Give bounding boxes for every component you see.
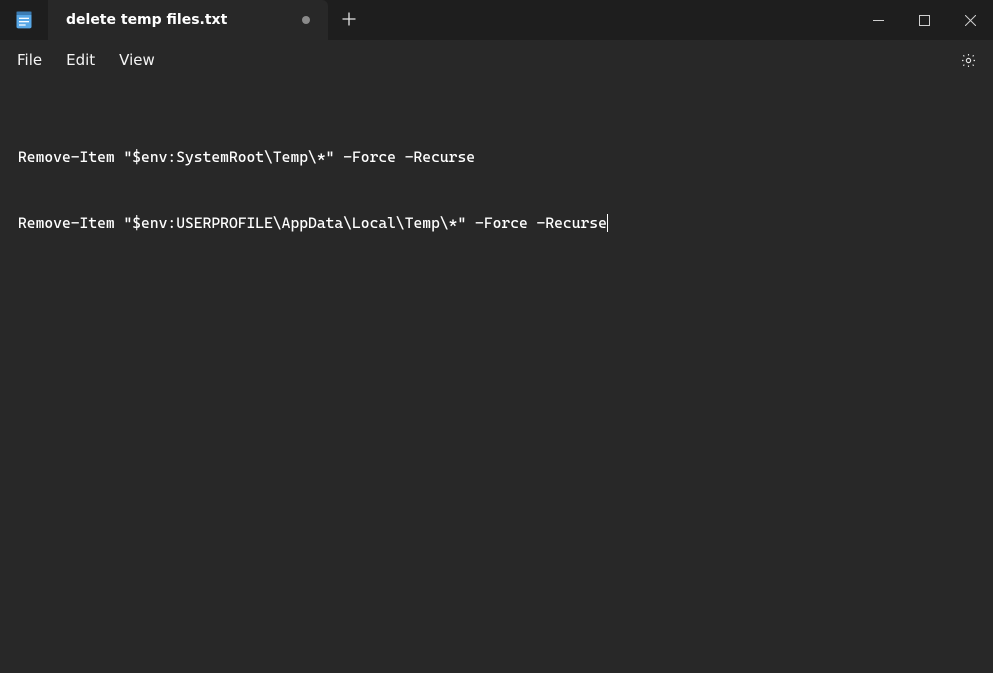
title-bar[interactable]: delete temp files.txt	[0, 0, 993, 40]
tab-bar: delete temp files.txt	[48, 0, 370, 40]
text-caret	[607, 214, 608, 232]
close-icon	[965, 15, 976, 26]
file-tab-active[interactable]: delete temp files.txt	[48, 0, 328, 40]
maximize-icon	[919, 15, 930, 26]
notepad-app-icon	[14, 10, 34, 30]
minimize-icon	[873, 15, 884, 26]
editor-line: Remove-Item "$env:SystemRoot\Temp\*" -Fo…	[18, 146, 975, 168]
notepad-window: delete temp files.txt File Edit	[0, 0, 993, 673]
app-icon-container	[0, 0, 48, 40]
new-tab-button[interactable]	[328, 0, 370, 40]
gear-icon	[960, 52, 977, 69]
menu-view[interactable]: View	[107, 45, 167, 75]
minimize-button[interactable]	[855, 0, 901, 40]
editor-text: Remove-Item "$env:SystemRoot\Temp\*" -Fo…	[18, 148, 475, 166]
close-button[interactable]	[947, 0, 993, 40]
titlebar-drag-region[interactable]	[370, 0, 855, 40]
unsaved-indicator-icon[interactable]	[302, 16, 310, 24]
settings-button[interactable]	[948, 40, 988, 80]
editor-line: Remove-Item "$env:USERPROFILE\AppData\Lo…	[18, 212, 975, 234]
menu-bar: File Edit View	[0, 40, 993, 80]
menu-edit[interactable]: Edit	[54, 45, 107, 75]
text-editor-area[interactable]: Remove-Item "$env:SystemRoot\Temp\*" -Fo…	[0, 80, 993, 673]
window-controls	[855, 0, 993, 40]
maximize-button[interactable]	[901, 0, 947, 40]
editor-text: Remove-Item "$env:USERPROFILE\AppData\Lo…	[18, 214, 607, 232]
tab-title: delete temp files.txt	[66, 12, 227, 28]
plus-icon	[342, 11, 356, 30]
menu-file[interactable]: File	[5, 45, 54, 75]
